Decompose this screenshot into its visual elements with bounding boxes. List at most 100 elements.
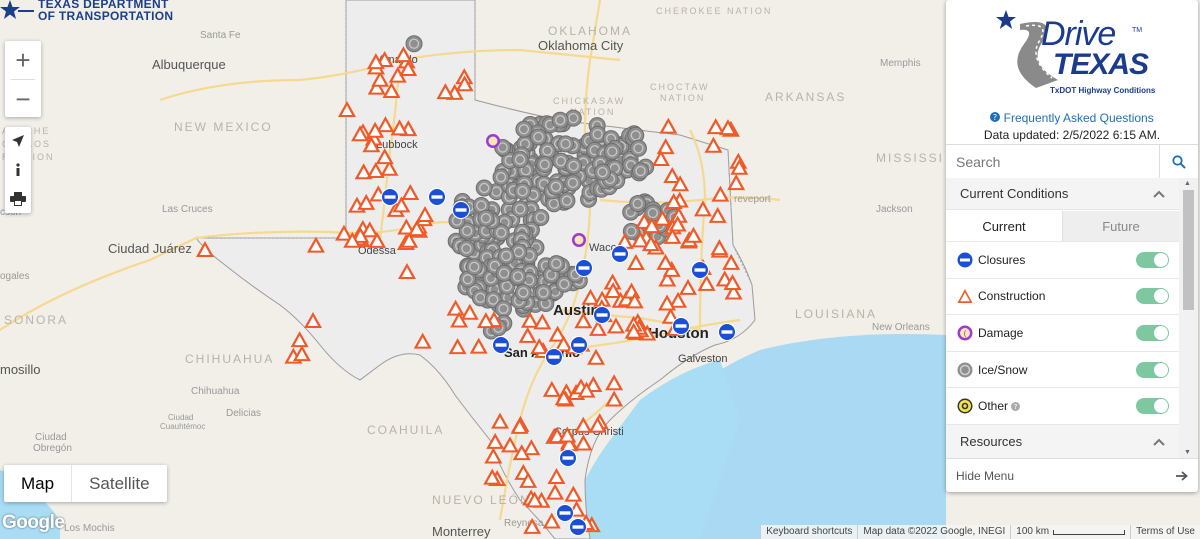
ice-snow-marker-icon[interactable] [629,195,647,213]
ice-snow-marker-icon[interactable] [497,247,515,265]
condition-row-other[interactable]: Other ? [946,387,1179,424]
construction-marker-icon[interactable] [304,312,322,328]
ice-snow-marker-icon[interactable] [475,179,493,197]
construction-marker-icon[interactable] [413,332,432,349]
construction-marker-icon[interactable] [416,206,434,222]
closure-marker-icon[interactable] [718,323,736,341]
ice-snow-marker-icon[interactable] [557,135,575,153]
faq-link[interactable]: ? Frequently Asked Questions [946,111,1198,125]
condition-row-damage[interactable]: ( Damage [946,314,1179,351]
construction-marker-icon[interactable] [306,236,325,253]
closure-marker-icon[interactable] [492,336,510,354]
construction-marker-icon[interactable] [546,483,565,500]
keyboard-shortcuts-link[interactable]: Keyboard shortcuts [760,525,857,539]
construction-marker-icon[interactable] [500,436,519,453]
scroll-down-arrow-icon[interactable]: ▼ [1184,449,1191,456]
construction-marker-icon[interactable] [460,303,479,320]
scroll-up-arrow-icon[interactable]: ▲ [1184,180,1191,187]
closure-marker-icon[interactable] [428,188,446,206]
closure-marker-icon[interactable] [556,504,574,522]
ice-snow-marker-icon[interactable] [551,111,569,129]
ice-snow-marker-icon[interactable] [511,151,529,169]
damage-marker-icon[interactable] [572,233,586,247]
closure-marker-icon[interactable] [559,449,577,467]
construction-marker-icon[interactable] [656,138,675,155]
ice-snow-marker-icon[interactable] [547,178,565,196]
print-button[interactable] [7,187,29,211]
construction-marker-icon[interactable] [574,416,593,433]
construction-marker-icon[interactable] [711,185,730,202]
map-type-map-button[interactable]: Map [4,465,71,502]
construction-marker-icon[interactable] [605,390,624,407]
closure-marker-icon[interactable] [569,518,587,536]
closure-marker-icon[interactable] [691,261,709,279]
construction-marker-icon[interactable] [727,174,746,191]
construction-marker-icon[interactable] [523,517,542,534]
condition-row-construction[interactable]: Construction [946,277,1179,315]
construction-marker-icon[interactable] [542,380,561,397]
ice-snow-marker-icon[interactable] [629,139,647,157]
closure-marker-icon[interactable] [452,201,470,219]
construction-marker-icon[interactable] [547,468,566,485]
closure-marker-icon[interactable] [672,317,690,335]
ice-snow-marker-icon[interactable] [536,156,554,174]
construction-marker-icon[interactable] [708,206,727,223]
ice-snow-marker-icon[interactable] [494,300,512,318]
ice-snow-marker-icon[interactable] [514,182,532,200]
search-input[interactable] [946,145,1159,179]
ice-snow-marker-icon[interactable] [565,157,583,175]
construction-marker-icon[interactable] [469,337,488,354]
closure-marker-icon[interactable] [593,306,611,324]
construction-marker-icon[interactable] [196,241,214,257]
hide-menu-button[interactable]: Hide Menu [946,458,1198,492]
locate-me-button[interactable] [7,129,29,153]
construction-marker-icon[interactable] [704,136,723,153]
ice-snow-marker-icon[interactable] [532,208,550,226]
ice-snow-marker-icon[interactable] [558,192,576,210]
closure-marker-icon[interactable] [570,336,588,354]
terms-link[interactable]: Terms of Use [1130,525,1200,539]
construction-marker-icon[interactable] [574,312,593,329]
construction-marker-icon[interactable] [626,253,645,270]
closures-toggle[interactable] [1136,251,1169,268]
ice-snow-marker-icon[interactable] [492,168,510,186]
help-icon[interactable]: ? [1011,401,1021,411]
current-conditions-header[interactable]: Current Conditions [946,178,1179,210]
construction-marker-icon[interactable] [338,101,356,117]
construction-marker-icon[interactable] [693,200,712,217]
ice-snow-marker-icon[interactable] [515,120,533,138]
construction-marker-icon[interactable] [401,184,420,201]
scale-bar[interactable]: 100 km [1010,525,1130,539]
ice-snow-marker-icon[interactable] [495,264,513,282]
construction-marker-icon[interactable] [533,313,552,330]
ice-snow-marker-icon[interactable] [529,128,547,146]
ice-snow-marker-icon[interactable] [511,200,529,218]
panel-scrollbar[interactable]: ▲ ▼ [1179,178,1198,458]
construction-marker-icon[interactable] [491,412,510,429]
construction-marker-icon[interactable] [710,239,729,256]
resources-header[interactable]: Resources [946,424,1179,458]
tab-current[interactable]: Current [946,211,1062,241]
construction-marker-icon[interactable] [290,331,309,348]
search-button[interactable] [1159,145,1198,179]
closure-marker-icon[interactable] [611,245,629,263]
construction-marker-icon[interactable] [622,282,641,299]
construction-marker-icon[interactable] [398,263,416,279]
construction-toggle[interactable] [1136,288,1169,305]
ice-snow-marker-icon[interactable] [457,240,475,258]
zoom-out-button[interactable]: − [5,80,41,118]
construction-marker-icon[interactable] [448,338,467,355]
damage-marker-icon[interactable] [486,134,500,148]
construction-marker-icon[interactable] [446,299,465,316]
construction-marker-icon[interactable] [366,162,385,179]
tab-future[interactable]: Future [1062,211,1179,241]
map-type-satellite-button[interactable]: Satellite [71,465,166,502]
closure-marker-icon[interactable] [381,188,399,206]
ice-snow-marker-icon[interactable] [564,174,582,192]
scrollbar-thumb[interactable] [1183,190,1194,310]
ice-snow-marker-icon[interactable] [465,258,483,276]
zoom-in-button[interactable]: + [5,41,41,79]
damage-toggle[interactable] [1136,324,1169,341]
ice-snow-marker-icon[interactable] [509,268,527,286]
construction-marker-icon[interactable] [564,485,583,502]
